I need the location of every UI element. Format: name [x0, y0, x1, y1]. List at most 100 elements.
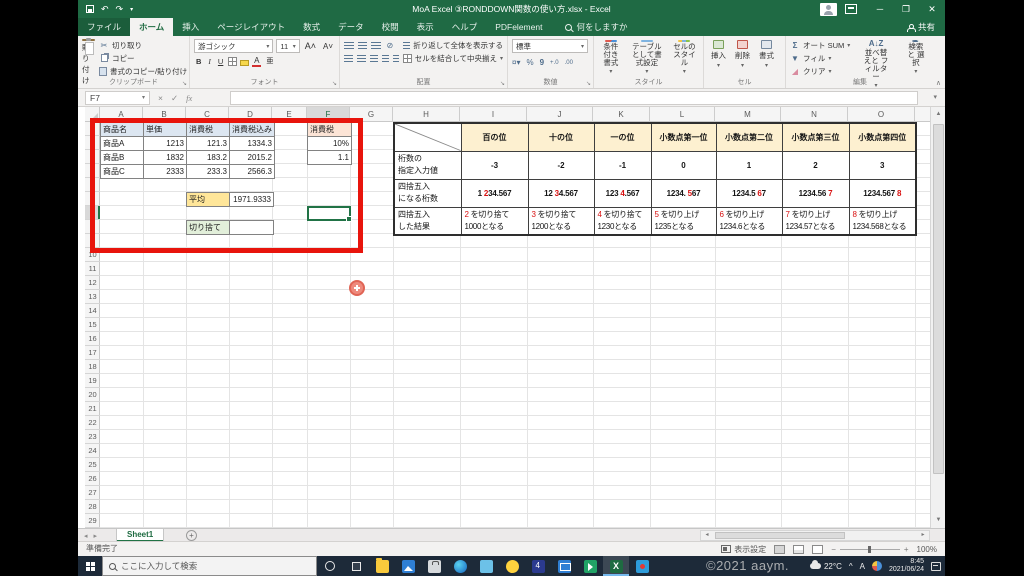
round-number-cell[interactable]: 1234.5 67 [715, 178, 783, 208]
taskbar-clock[interactable]: 8:45 2021/06/24 [889, 558, 924, 574]
cell-D6[interactable]: 1971.9333 [229, 192, 274, 207]
view-normal-button[interactable] [774, 544, 786, 554]
percent-format-icon[interactable]: % [526, 58, 533, 67]
cell-D2[interactable]: 1334.3 [229, 136, 275, 151]
name-box[interactable]: F7 ▾ [85, 91, 150, 105]
insert-cells-button[interactable]: 挿入 ▾ [708, 39, 729, 77]
row-header-15[interactable]: 15 [85, 318, 100, 332]
cell-F3[interactable]: 1.1 [307, 150, 352, 165]
round-digit-cell[interactable]: -2 [527, 150, 595, 180]
cell-C8[interactable]: 切り捨て [186, 220, 230, 235]
column-header-J[interactable]: J [527, 107, 593, 122]
cell-F1[interactable]: 消費税 [307, 122, 352, 137]
name-box-dropdown-icon[interactable]: ▾ [142, 92, 145, 104]
decrease-indent-icon[interactable] [382, 54, 389, 63]
file-explorer-button[interactable] [369, 556, 395, 576]
clipboard-dialog-launcher[interactable]: ↘ [182, 80, 187, 87]
column-header-D[interactable]: D [229, 107, 272, 122]
cell-F2[interactable]: 10% [307, 136, 352, 151]
font-dialog-launcher[interactable]: ↘ [332, 80, 337, 87]
photos-button[interactable] [395, 556, 421, 576]
round-col-header-hundreds[interactable]: 百の位 [460, 122, 529, 152]
round-result-cell[interactable]: 6 を切り上げ 1234.6となる [715, 206, 783, 236]
currency-format-icon[interactable]: ¤▾ [512, 58, 520, 67]
round-col-header-ones[interactable]: 一の位 [593, 122, 652, 152]
cell-D8[interactable] [229, 220, 274, 235]
ribbon-display-options-icon[interactable] [845, 4, 857, 14]
row-header-3[interactable]: 3 [85, 150, 100, 164]
vertical-scrollbar-thumb[interactable] [933, 124, 944, 474]
align-bottom-icon[interactable] [371, 41, 381, 50]
autosum-button[interactable]: Σ オート SUM ▾ [790, 39, 851, 51]
horizontal-scrollbar-thumb[interactable] [715, 532, 845, 539]
tell-me-search[interactable]: 何をしますか [565, 18, 627, 36]
cell-C3[interactable]: 183.2 [186, 150, 230, 165]
cell-styles-button[interactable]: セルのスタイル ▾ [670, 39, 699, 77]
excel-taskbar-button[interactable] [603, 556, 629, 576]
column-header-L[interactable]: L [650, 107, 715, 122]
borders-icon[interactable] [228, 57, 238, 66]
cell-D3[interactable]: 2015.2 [229, 150, 275, 165]
tab-page-layout[interactable]: ページレイアウト [208, 18, 294, 36]
formula-input[interactable] [230, 91, 918, 105]
vertical-scrollbar[interactable]: ▲ ▼ [930, 107, 945, 528]
tab-insert[interactable]: 挿入 [173, 18, 208, 36]
round-result-cell[interactable]: 5 を切り上げ 1235となる [650, 206, 717, 236]
zoom-level[interactable]: 100% [917, 545, 937, 554]
row-header-2[interactable]: 2 [85, 136, 100, 150]
column-header-M[interactable]: M [715, 107, 781, 122]
view-page-break-button[interactable] [812, 544, 824, 554]
row-header-18[interactable]: 18 [85, 360, 100, 374]
cell-B3[interactable]: 1832 [143, 150, 187, 165]
column-header-G[interactable]: G [350, 107, 393, 122]
round-digit-cell[interactable]: 1 [715, 150, 783, 180]
number-format-select[interactable]: 標準 ▾ [512, 39, 588, 53]
round-number-cell[interactable]: 12 34.567 [527, 178, 595, 208]
row-header-14[interactable]: 14 [85, 304, 100, 318]
cell-A2[interactable]: 商品A [100, 136, 144, 151]
round-result-cell[interactable]: 3 を切り捨て 1200となる [527, 206, 595, 236]
clear-button[interactable]: ◢ クリア ▾ [790, 65, 850, 77]
share-button[interactable]: 共有 [906, 18, 935, 36]
round-col-header-tens[interactable]: 十の位 [527, 122, 595, 152]
scroll-left-icon[interactable]: ◂ [701, 531, 713, 540]
decrease-font-icon[interactable]: A˅ [321, 40, 335, 53]
increase-font-icon[interactable]: A˄ [303, 40, 318, 53]
taskbar-search-input[interactable]: ここに入力して検索 [102, 556, 317, 576]
column-header-F[interactable]: F [307, 107, 350, 122]
action-center-icon[interactable] [931, 561, 941, 571]
zoom-slider[interactable]: − + [831, 545, 908, 554]
round-col-header-hundredths[interactable]: 小数点第二位 [715, 122, 783, 152]
row-header-6[interactable]: 6 [85, 192, 100, 206]
weather-widget[interactable]: 22°C [809, 560, 842, 571]
cell-D4[interactable]: 2566.3 [229, 164, 275, 179]
find-select-button[interactable]: 検索と 選択 ▾ [902, 39, 930, 77]
round-result-cell[interactable]: 8 を切り上げ 1234.568となる [848, 206, 917, 236]
start-button[interactable] [78, 556, 102, 576]
ime-mode-indicator[interactable]: A [860, 562, 865, 571]
display-settings-button[interactable]: 表示設定 [721, 544, 766, 555]
font-size-select[interactable]: 11 ▾ [276, 39, 300, 53]
round-col-header-tenths[interactable]: 小数点第一位 [650, 122, 717, 152]
column-header-E[interactable]: E [272, 107, 307, 122]
task-view-button[interactable] [343, 556, 369, 576]
restore-button[interactable]: ❐ [893, 0, 919, 18]
cell-B2[interactable]: 1213 [143, 136, 187, 151]
app-button-yellow[interactable] [499, 556, 525, 576]
minimize-button[interactable]: ─ [867, 0, 893, 18]
delete-cells-button[interactable]: 削除 ▾ [732, 39, 753, 77]
alignment-dialog-launcher[interactable]: ↘ [500, 80, 505, 87]
tab-home[interactable]: ホーム [130, 18, 174, 36]
column-header-I[interactable]: I [460, 107, 527, 122]
tab-data[interactable]: データ [329, 18, 373, 36]
round-number-cell[interactable]: 1234. 567 [650, 178, 717, 208]
cell-D1[interactable]: 消費税込み [229, 122, 275, 137]
row-header-21[interactable]: 21 [85, 402, 100, 416]
round-result-cell[interactable]: 7 を切り上げ 1234.57となる [781, 206, 850, 236]
increase-decimal-icon[interactable]: +.0 [550, 60, 559, 66]
round-digit-cell[interactable]: -3 [460, 150, 529, 180]
scroll-right-icon[interactable]: ▸ [917, 531, 929, 540]
bold-button[interactable]: B [194, 55, 203, 68]
row-header-9[interactable]: 9 [85, 234, 100, 248]
round-result-cell[interactable]: 4 を切り捨て 1230となる [593, 206, 652, 236]
